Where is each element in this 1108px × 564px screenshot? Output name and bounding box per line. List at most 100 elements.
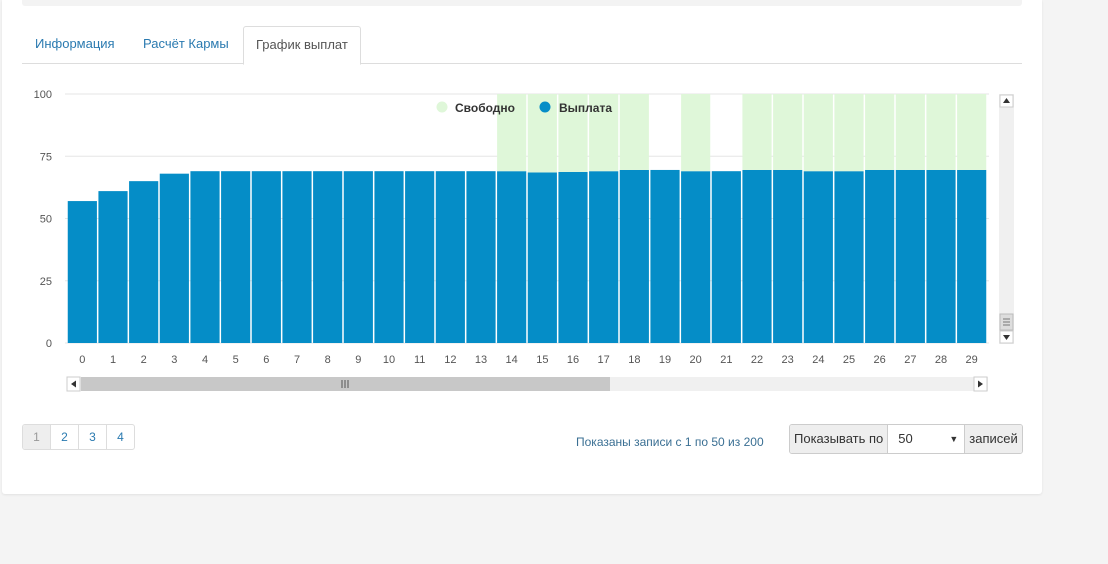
y-tick-label: 50	[40, 214, 52, 226]
bar-payment-27[interactable]	[895, 169, 925, 343]
bar-payment-6[interactable]	[251, 171, 281, 343]
x-tick-label: 1	[110, 354, 116, 366]
x-tick-label: 28	[935, 354, 947, 366]
x-tick-label: 25	[843, 354, 855, 366]
page-2-link[interactable]: 2	[51, 425, 79, 449]
legend-free-label[interactable]: Свободно	[455, 101, 515, 115]
tab-bar: Информация Расчёт Кармы График выплат	[22, 26, 1022, 65]
page-length-suffix: записей	[965, 425, 1022, 453]
records-info: Показаны записи с 1 по 50 из 200	[576, 435, 764, 449]
y-tick-label: 75	[40, 151, 52, 163]
x-tick-label: 7	[294, 354, 300, 366]
bar-payment-13[interactable]	[466, 171, 496, 343]
bar-payment-14[interactable]	[497, 171, 527, 343]
bar-payment-24[interactable]	[803, 171, 833, 343]
x-tick-label: 22	[751, 354, 763, 366]
y-axis-labels: 0 25 50 75 100	[34, 89, 52, 350]
tab-payment-schedule[interactable]: График выплат	[243, 26, 361, 65]
page-length-select[interactable]: 50 ▼	[887, 425, 966, 453]
bar-payment-26[interactable]	[865, 169, 895, 343]
bar-payment-17[interactable]	[589, 171, 619, 343]
bar-payment-19[interactable]	[650, 169, 680, 343]
x-tick-label: 3	[171, 354, 177, 366]
bar-free-29[interactable]	[957, 94, 987, 170]
x-tick-label: 24	[812, 354, 824, 366]
tab-information[interactable]: Информация	[35, 26, 115, 62]
y-tick-label: 25	[40, 276, 52, 288]
x-tick-label: 16	[567, 354, 579, 366]
top-strip	[22, 0, 1022, 6]
bar-payment-4[interactable]	[190, 171, 220, 343]
bar-payment-12[interactable]	[435, 171, 465, 343]
bar-free-26[interactable]	[865, 94, 895, 170]
x-tick-label: 10	[383, 354, 395, 366]
bar-payment-10[interactable]	[374, 171, 404, 343]
x-tick-label: 4	[202, 354, 208, 366]
y-tick-label: 100	[34, 89, 52, 101]
x-tick-label: 29	[966, 354, 978, 366]
bar-payment-8[interactable]	[313, 171, 343, 343]
horizontal-scrollbar[interactable]	[66, 376, 988, 392]
y-tick-label: 0	[46, 338, 52, 350]
page-length-control: Показывать по 50 ▼ записей	[789, 424, 1023, 454]
x-tick-label: 2	[141, 354, 147, 366]
bar-payment-5[interactable]	[221, 171, 251, 343]
legend-payment-marker	[539, 101, 551, 113]
bar-payment-0[interactable]	[67, 201, 97, 343]
x-tick-label: 27	[904, 354, 916, 366]
bar-payment-11[interactable]	[405, 171, 435, 343]
bar-payment-28[interactable]	[926, 169, 956, 343]
page-length-value: 50	[898, 431, 913, 446]
bar-payment-25[interactable]	[834, 171, 864, 343]
bar-payment-20[interactable]	[681, 171, 711, 343]
x-tick-label: 13	[475, 354, 487, 366]
x-tick-label: 18	[628, 354, 640, 366]
bar-payment-15[interactable]	[527, 172, 557, 343]
x-tick-label: 14	[506, 354, 518, 366]
x-tick-label: 8	[325, 354, 331, 366]
bar-payment-7[interactable]	[282, 171, 312, 343]
x-axis-labels: 0 1 2 3 4 5 6 7 8 9 10 11 12 13 14 15 16 17 18 19 20 21 22 23 24…	[79, 354, 978, 366]
bar-payment-1[interactable]	[98, 191, 128, 343]
x-tick-label: 15	[536, 354, 548, 366]
caret-down-icon: ▼	[949, 434, 959, 444]
bar-payment-3[interactable]	[159, 173, 189, 343]
vertical-scrollbar[interactable]	[999, 94, 1014, 344]
x-tick-label: 11	[414, 354, 425, 366]
legend-payment-label[interactable]: Выплата	[559, 101, 612, 115]
page-1-link[interactable]: 1	[23, 425, 51, 449]
page-3-link[interactable]: 3	[79, 425, 107, 449]
x-tick-label: 21	[720, 354, 732, 366]
page-4-link[interactable]: 4	[107, 425, 134, 449]
page-length-prefix: Показывать по	[790, 425, 888, 453]
bar-free-27[interactable]	[895, 94, 925, 170]
bar-free-20[interactable]	[681, 94, 711, 172]
x-tick-label: 23	[782, 354, 794, 366]
bar-free-18[interactable]	[619, 94, 649, 170]
x-tick-label: 6	[263, 354, 269, 366]
x-tick-label: 19	[659, 354, 671, 366]
tab-karma-calculation[interactable]: Расчёт Кармы	[143, 26, 229, 62]
x-tick-label: 26	[874, 354, 886, 366]
x-tick-label: 17	[598, 354, 610, 366]
bar-free-28[interactable]	[926, 94, 956, 170]
bar-free-22[interactable]	[742, 94, 772, 170]
x-tick-label: 9	[355, 354, 361, 366]
x-tick-label: 12	[444, 354, 456, 366]
bar-payment-29[interactable]	[957, 169, 987, 343]
x-tick-label: 5	[233, 354, 239, 366]
bar-payment-22[interactable]	[742, 169, 772, 343]
bar-payment-2[interactable]	[129, 181, 159, 343]
bar-payment-16[interactable]	[558, 171, 588, 343]
bar-payment-18[interactable]	[619, 169, 649, 343]
legend-free-marker	[436, 101, 448, 113]
pagination: 1234	[22, 424, 135, 450]
payment-chart: 0255075100 0 1 2 3 4 5 6 7 8 9 10 11 12 13 14 15 16 17 18 1…	[34, 89, 1014, 392]
bar-free-24[interactable]	[803, 94, 833, 172]
bar-payment-23[interactable]	[773, 169, 803, 343]
bar-payment-21[interactable]	[711, 171, 741, 343]
bar-free-25[interactable]	[834, 94, 864, 172]
x-tick-label: 20	[690, 354, 702, 366]
bar-free-23[interactable]	[773, 94, 803, 170]
bar-payment-9[interactable]	[343, 171, 373, 343]
